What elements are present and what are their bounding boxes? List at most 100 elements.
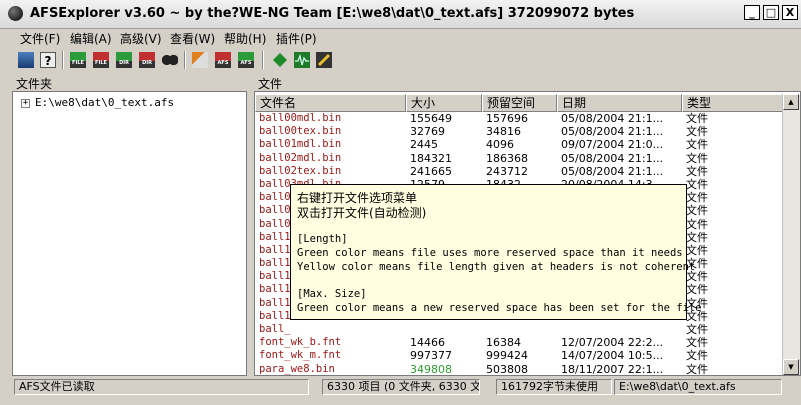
- cell-type: 文件: [686, 177, 708, 191]
- cell-type: 文件: [686, 217, 708, 231]
- status-file-path: E:\we8\dat\0_text.afs: [614, 379, 782, 395]
- cell-filename: ball00mdl.bin: [259, 112, 342, 124]
- close-button[interactable]: X: [782, 5, 798, 20]
- cell-reserved: 157696: [486, 112, 528, 125]
- table-row[interactable]: ball02mdl.bin 184321 186368 05/08/2004 21:1…: [255, 152, 783, 165]
- tooltip-line: [Max. Size]: [297, 288, 367, 300]
- cell-reserved: 186368: [486, 151, 528, 165]
- col-header-size[interactable]: 大小: [406, 94, 482, 112]
- file-add-icon[interactable]: FILE: [70, 52, 86, 68]
- files-pane-label: 文件: [258, 77, 283, 91]
- table-row[interactable]: ball_ 文件: [255, 323, 783, 336]
- menu-edit[interactable]: 编辑(A): [70, 30, 112, 47]
- cell-reserved: 243712: [486, 164, 528, 178]
- tooltip-line: Green color means file uses more reserve…: [297, 247, 683, 259]
- cell-filename: ball01mdl.bin: [259, 138, 342, 151]
- status-item-count: 6330 项目 (0 文件夹, 6330 文: [322, 379, 480, 395]
- menu-file[interactable]: 文件(F): [20, 30, 60, 47]
- cell-filename: font_wk_m.fnt: [259, 349, 342, 362]
- maximize-button[interactable]: □: [763, 5, 779, 20]
- column-headers: 文件名 大小 预留空间 日期 类型: [255, 94, 783, 112]
- scroll-down-button[interactable]: ▼: [783, 359, 799, 375]
- table-row[interactable]: font_wk_b.fnt 14466 16384 12/07/2004 22:2..…: [255, 336, 783, 349]
- tooltip-line: [Length]: [297, 233, 348, 245]
- table-row[interactable]: ball01mdl.bin 2445 4096 09/07/2004 21:0... 文…: [255, 138, 783, 151]
- cell-reserved: 503808: [486, 362, 528, 376]
- cell-filename: font_wk_b.fnt: [259, 336, 342, 349]
- waveform-icon[interactable]: [294, 52, 310, 68]
- cell-type: 文件: [686, 336, 708, 350]
- cell-date: 05/08/2004 21:1...: [561, 112, 664, 125]
- cell-reserved: 4096: [486, 138, 514, 152]
- col-header-filename[interactable]: 文件名: [255, 94, 406, 112]
- table-row[interactable]: ball00tex.bin 32769 34816 05/08/2004 21:1..…: [255, 125, 783, 138]
- cell-type: 文件: [686, 243, 708, 257]
- cell-type: 文件: [686, 204, 708, 218]
- cell-date: 05/08/2004 21:1...: [561, 125, 664, 139]
- toolbar-separator: [184, 51, 186, 69]
- tooltip-line: Green color means a new reserved space h…: [297, 302, 702, 314]
- cell-type: 文件: [686, 323, 708, 336]
- menu-advanced[interactable]: 高级(V): [120, 30, 162, 47]
- toolbar-separator: [262, 51, 264, 69]
- status-message: AFS文件已读取: [14, 379, 309, 395]
- cell-size: 997377: [410, 349, 452, 363]
- cell-filename: ball02tex.bin: [259, 164, 342, 177]
- dir-export-icon[interactable]: DIR: [139, 52, 155, 68]
- folder-tree[interactable]: + E:\we8\dat\0_text.afs: [12, 91, 247, 376]
- cell-size: 241665: [410, 164, 452, 178]
- col-header-date[interactable]: 日期: [557, 94, 682, 112]
- search-icon[interactable]: [162, 52, 178, 68]
- cell-size: 155649: [410, 112, 452, 125]
- table-row[interactable]: ball02tex.bin 241665 243712 05/08/2004 21:1…: [255, 165, 783, 178]
- window-title: AFSExplorer v3.60 ~ by the?WE-NG Team [E…: [30, 6, 635, 21]
- col-header-type[interactable]: 类型: [682, 94, 783, 112]
- cell-size: 2445: [410, 138, 438, 152]
- title-bar[interactable]: AFSExplorer v3.60 ~ by the?WE-NG Team [E…: [0, 0, 801, 29]
- cell-date: 12/07/2004 22:2...: [561, 336, 664, 350]
- menu-help[interactable]: 帮助(H): [224, 30, 266, 47]
- cell-filename: para_we8.bin: [259, 362, 335, 375]
- cell-type: 文件: [686, 349, 708, 363]
- cell-filename: ball02mdl.bin: [259, 151, 342, 164]
- menu-view[interactable]: 查看(W): [170, 30, 215, 47]
- legend-tooltip: 右键打开文件选项菜单 双击打开文件(自动检测) [Length] Green c…: [290, 184, 702, 320]
- cell-type: 文件: [686, 164, 708, 178]
- cell-size: 349808: [410, 362, 452, 376]
- cell-type: 文件: [686, 230, 708, 244]
- scroll-up-button[interactable]: ▲: [783, 94, 799, 110]
- cell-type: 文件: [686, 138, 708, 152]
- cell-type: 文件: [686, 257, 708, 271]
- folders-pane-label: 文件夹: [16, 77, 53, 91]
- menu-plugins[interactable]: 插件(P): [276, 30, 317, 47]
- cell-date: 14/07/2004 10:5...: [561, 349, 664, 363]
- table-row[interactable]: ball00mdl.bin 155649 157696 05/08/2004 21:1…: [255, 112, 783, 125]
- help-icon[interactable]: ?: [40, 52, 56, 68]
- afs-open-icon[interactable]: [18, 52, 34, 68]
- cell-date: 18/11/2007 22:1...: [561, 362, 664, 376]
- diamond-icon[interactable]: [272, 52, 288, 68]
- toolbar: ? FILE FILE DIR DIR AFS AFS: [0, 48, 801, 72]
- afs-rebuild-icon[interactable]: [192, 52, 208, 68]
- cell-type: 文件: [686, 283, 708, 297]
- file-export-icon[interactable]: FILE: [93, 52, 109, 68]
- cell-reserved: 999424: [486, 349, 528, 363]
- table-row[interactable]: para_we8.bin 349808 503808 18/11/2007 22:1.…: [255, 362, 783, 376]
- cell-type: 文件: [686, 362, 708, 376]
- col-header-reserved[interactable]: 预留空间: [482, 94, 557, 112]
- menu-bar: 文件(F) 编辑(A) 高级(V) 查看(W) 帮助(H) 插件(P): [0, 28, 801, 48]
- cell-size: 32769: [410, 125, 445, 139]
- status-bar: AFS文件已读取 6330 项目 (0 文件夹, 6330 文 161792字节…: [0, 377, 801, 405]
- cell-reserved: 16384: [486, 336, 521, 350]
- table-row[interactable]: font_wk_m.fnt 997377 999424 14/07/2004 10:5…: [255, 349, 783, 362]
- tree-expand-icon[interactable]: +: [21, 99, 30, 108]
- afs-import-icon[interactable]: AFS: [238, 52, 254, 68]
- afs-save-icon[interactable]: AFS: [215, 52, 231, 68]
- pencil-icon[interactable]: [316, 52, 332, 68]
- minimize-button[interactable]: _: [744, 5, 760, 20]
- cell-date: 05/08/2004 21:1...: [561, 164, 664, 178]
- vertical-scrollbar[interactable]: ▲ ▼: [782, 94, 800, 375]
- cell-type: 文件: [686, 151, 708, 165]
- dir-add-icon[interactable]: DIR: [116, 52, 132, 68]
- tree-item-afs-file[interactable]: E:\we8\dat\0_text.afs: [35, 96, 174, 109]
